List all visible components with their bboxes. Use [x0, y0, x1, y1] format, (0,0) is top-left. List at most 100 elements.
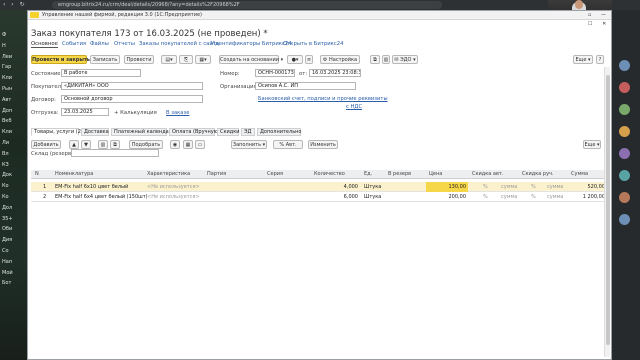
col-n[interactable]: N: [35, 170, 39, 179]
window-controls[interactable]: ▫ — ☐ ✕: [588, 11, 611, 29]
number-field[interactable]: ОСНН-000173: [255, 69, 295, 77]
list-icon[interactable]: ≡: [305, 55, 313, 64]
move-down-icon[interactable]: ▼: [81, 140, 91, 149]
edo-button[interactable]: ✉ ЭДО ▾: [392, 55, 418, 64]
in-order-link[interactable]: В заказе: [166, 110, 189, 116]
report-icon[interactable]: ▦▾: [195, 55, 211, 64]
post-button[interactable]: Провести: [124, 55, 154, 64]
tab-bitrix-ids[interactable]: Идентификаторы Битрикс24: [211, 41, 292, 47]
col-nomenclature[interactable]: Номенклатура: [55, 170, 93, 179]
tab-discounts[interactable]: Скидки: [217, 128, 240, 136]
col-price[interactable]: Цена: [429, 170, 442, 179]
avatar[interactable]: [619, 148, 630, 159]
calculation-toggle[interactable]: + Калькуляция: [114, 110, 157, 116]
warehouse-field[interactable]: [71, 149, 159, 157]
barcode-icon[interactable]: ▥: [98, 140, 108, 149]
tab-delivery[interactable]: Доставка: [81, 128, 109, 136]
address-bar[interactable]: emgroup.bitrix24.ru/crm/deal/details/209…: [52, 1, 442, 9]
print-icon[interactable]: ▤▾: [161, 55, 177, 64]
vat-link[interactable]: с НДС: [346, 104, 362, 110]
avatar[interactable]: [619, 126, 630, 137]
cell-disc-auto-sum[interactable]: сумма: [501, 192, 517, 202]
col-quantity[interactable]: Количество: [314, 170, 345, 179]
cell-sum[interactable]: 520,00: [569, 182, 606, 192]
tab-additional[interactable]: Дополнительно: [257, 128, 301, 136]
cell-name[interactable]: EM-Fix half 6х10 цвет белый: [55, 182, 145, 192]
avatar[interactable]: [619, 170, 630, 181]
tab-main[interactable]: Основное: [31, 41, 58, 48]
tab-open-bitrix[interactable]: Открыть в Битрикс24: [283, 41, 344, 47]
tab-ed[interactable]: ЭД: [241, 128, 255, 136]
settings-button[interactable]: ⚙ Настройка: [320, 55, 360, 64]
create-based-on-button[interactable]: Создать на основании ▾: [219, 55, 283, 64]
cell-sum[interactable]: 1 200,00: [569, 192, 605, 202]
col-auto-discount[interactable]: Скидка авт.: [472, 170, 503, 179]
cell-disc-manual-sum[interactable]: сумма: [547, 182, 563, 192]
bank-account-link[interactable]: Банковский счет, подписи и прочие реквиз…: [258, 96, 388, 102]
contract-field[interactable]: Основной договор: [61, 95, 203, 103]
delete-row-icon[interactable]: ▭: [195, 140, 205, 149]
avatar[interactable]: [619, 104, 630, 115]
change-button[interactable]: Изменить: [308, 140, 338, 149]
avatar[interactable]: [619, 60, 630, 71]
help-icon[interactable]: ?: [596, 55, 604, 64]
cell-disc-auto-sum[interactable]: сумма: [501, 182, 517, 192]
cell-char[interactable]: <Не используется>: [147, 182, 200, 192]
save-button[interactable]: Записать: [90, 55, 120, 64]
tab-payment-manual[interactable]: Оплата (Вручную): [169, 128, 220, 136]
items-more-button[interactable]: Еще ▾: [583, 140, 601, 149]
tab-site-orders[interactable]: Заказы покупателей с сайта: [139, 41, 219, 47]
col-sum[interactable]: Сумма: [571, 170, 588, 179]
cell-char[interactable]: <Не используется>: [147, 192, 200, 202]
tab-goods[interactable]: Товары, услуги (2): [31, 128, 83, 136]
more-button[interactable]: Еще ▾: [573, 55, 593, 64]
tab-files[interactable]: Файлы: [90, 41, 109, 47]
col-reserve[interactable]: В резерв: [388, 170, 411, 179]
organization-field[interactable]: Осипов А.С. ИП: [255, 82, 356, 90]
tab-reports[interactable]: Отчеты: [114, 41, 135, 47]
cell-disc-manual-sum[interactable]: сумма: [547, 192, 563, 202]
view-icon[interactable]: ◉: [170, 140, 180, 149]
copy-icon[interactable]: ⧉: [370, 55, 380, 64]
browser-nav-icons[interactable]: ‹ › ↻: [3, 1, 27, 8]
cell-disc-manual-pct[interactable]: %: [531, 192, 536, 202]
vertical-scrollbar[interactable]: [604, 67, 610, 357]
table-row[interactable]: 1 EM-Fix half 6х10 цвет белый <Не исполь…: [31, 182, 606, 192]
state-field[interactable]: В работе: [61, 69, 141, 77]
move-up-icon[interactable]: ▲: [69, 140, 79, 149]
scrollbar-thumb[interactable]: [606, 75, 610, 345]
cell-qty[interactable]: 6,000: [321, 192, 358, 202]
pick-button[interactable]: Подобрать: [129, 140, 163, 149]
cell-disc-auto-pct[interactable]: %: [483, 192, 488, 202]
cell-disc-manual-pct[interactable]: %: [531, 182, 536, 192]
fill-button[interactable]: Заполнить ▾: [231, 140, 267, 149]
copy-row-icon[interactable]: ⧉: [110, 140, 120, 149]
customer-field[interactable]: «ДИКИТАН» ООО: [61, 82, 203, 90]
doc-icon[interactable]: ▥: [382, 55, 390, 64]
table-icon[interactable]: ▦: [183, 140, 193, 149]
attach-icon[interactable]: ⎘: [179, 55, 193, 64]
col-manual-discount[interactable]: Скидка руч.: [522, 170, 554, 179]
cell-disc-auto-pct[interactable]: %: [483, 182, 488, 192]
col-series[interactable]: Серия: [267, 170, 283, 179]
avatar[interactable]: [619, 214, 630, 225]
shipment-date-field[interactable]: 23.03.2025: [61, 108, 109, 116]
cell-unit[interactable]: Штука: [364, 192, 381, 202]
tab-events[interactable]: События: [62, 41, 86, 47]
cell-qty[interactable]: 4,000: [321, 182, 358, 192]
col-characteristic[interactable]: Характеристика: [147, 170, 190, 179]
vat-auto-button[interactable]: % Авт.: [273, 140, 303, 149]
cell-price[interactable]: 130,00: [426, 182, 468, 192]
avatar[interactable]: [619, 82, 630, 93]
post-and-close-button[interactable]: Провести и закрыть: [31, 55, 90, 64]
col-unit[interactable]: Ед.: [364, 170, 372, 179]
table-row[interactable]: 2 EM-Fix half 6х4 цвет белый (150шт) <Не…: [31, 192, 606, 202]
avatar[interactable]: [619, 192, 630, 203]
col-batch[interactable]: Партия: [207, 170, 226, 179]
status-icon[interactable]: ●▾: [287, 55, 303, 64]
cell-unit[interactable]: Штука: [364, 182, 381, 192]
cell-name[interactable]: EM-Fix half 6х4 цвет белый (150шт): [55, 192, 147, 202]
add-row-button[interactable]: Добавить: [31, 140, 61, 149]
date-field[interactable]: 16.03.2025 23:08:38: [309, 69, 361, 77]
cell-price[interactable]: 200,00: [426, 192, 468, 202]
